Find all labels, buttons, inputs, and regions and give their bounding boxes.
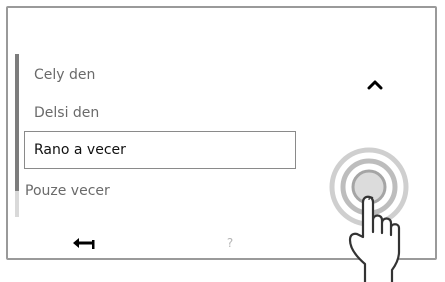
pointing-hand-icon	[348, 195, 401, 282]
scrollbar-thumb[interactable]	[15, 54, 19, 191]
chevron-up-icon	[367, 80, 383, 90]
scrollbar[interactable]	[15, 54, 19, 217]
menu-item-selected[interactable]: Rano a vecer	[24, 131, 296, 169]
menu-item-delsi-den[interactable]: Delsi den	[34, 104, 99, 122]
menu-item-cely-den[interactable]: Cely den	[34, 66, 95, 84]
back-button[interactable]	[68, 234, 98, 252]
back-arrow-icon	[73, 238, 95, 249]
menu-item-label-selected: Rano a vecer	[34, 142, 126, 158]
help-button[interactable]: ?	[223, 234, 237, 252]
page: Cely den Delsi den Rano a vecer Pouze ve…	[0, 0, 445, 282]
scroll-up-button[interactable]	[360, 72, 390, 98]
menu-item-pouze-vecer[interactable]: Pouze vecer	[25, 182, 110, 200]
